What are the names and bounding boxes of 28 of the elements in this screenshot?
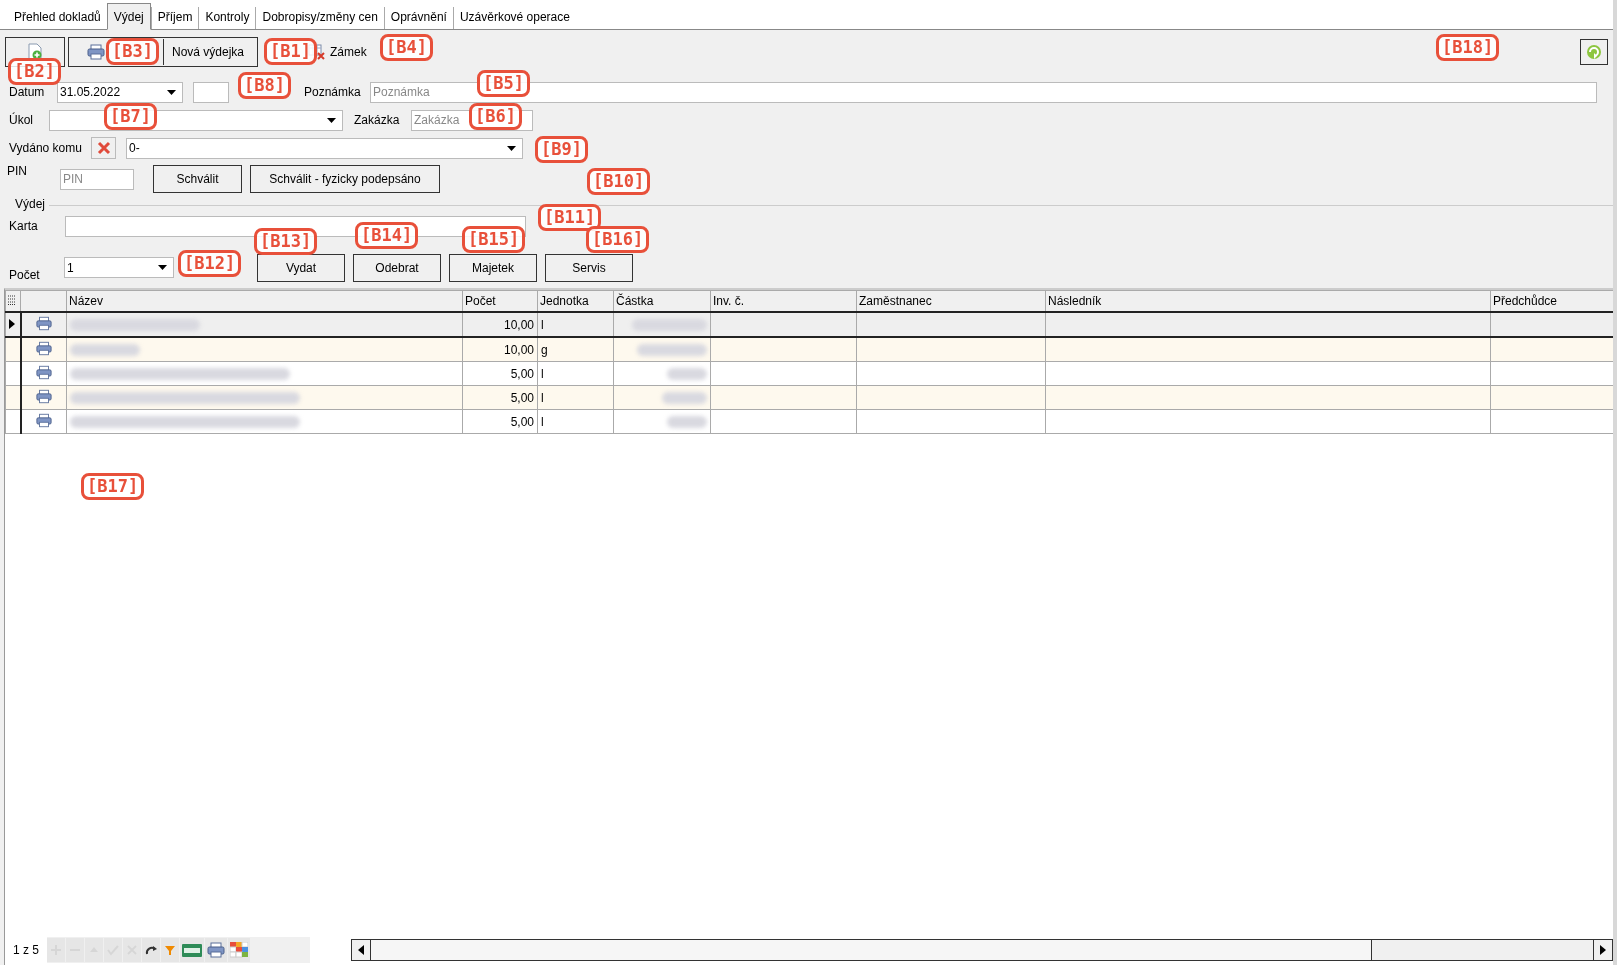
field-label: Úkol (9, 113, 34, 127)
field-label: Karta (9, 219, 39, 233)
annotation-tooltip: [B18] (1436, 34, 1500, 61)
group-label: Výdej (14, 197, 47, 211)
annotation-tooltip: [B6] (469, 103, 522, 130)
record-count: 1 z 5 (13, 943, 39, 957)
field-label: Datum (9, 85, 46, 99)
annotation-tooltip: [B14] (355, 222, 419, 249)
annotation-tooltip: [B8] (238, 72, 291, 99)
annotation-tooltip: [B11] (538, 204, 602, 231)
annotation-tooltip: [B12] (178, 250, 242, 277)
lock-label: Zámek (330, 45, 367, 59)
annotation-tooltip: [B17] (81, 473, 145, 500)
annotation-tooltip: [B7] (104, 103, 157, 130)
field-label: PIN (7, 164, 28, 178)
annotation-tooltip: [B10] (587, 168, 651, 195)
field-label: Poznámka (304, 85, 362, 99)
field-label: Počet (9, 268, 41, 282)
annotation-tooltip: [B1] (264, 38, 317, 65)
annotation-tooltip: [B13] (254, 228, 318, 255)
field-label: Vydáno komu (9, 141, 83, 155)
field-label: Zakázka (354, 113, 401, 127)
annotation-tooltip: [B4] (380, 34, 433, 61)
annotation-tooltip: [B15] (462, 226, 526, 253)
annotation-tooltip: [B3] (106, 38, 159, 65)
annotation-tooltip: [B16] (586, 226, 650, 253)
annotation-tooltip: [B5] (477, 70, 530, 97)
annotation-tooltip: [B9] (535, 136, 588, 163)
